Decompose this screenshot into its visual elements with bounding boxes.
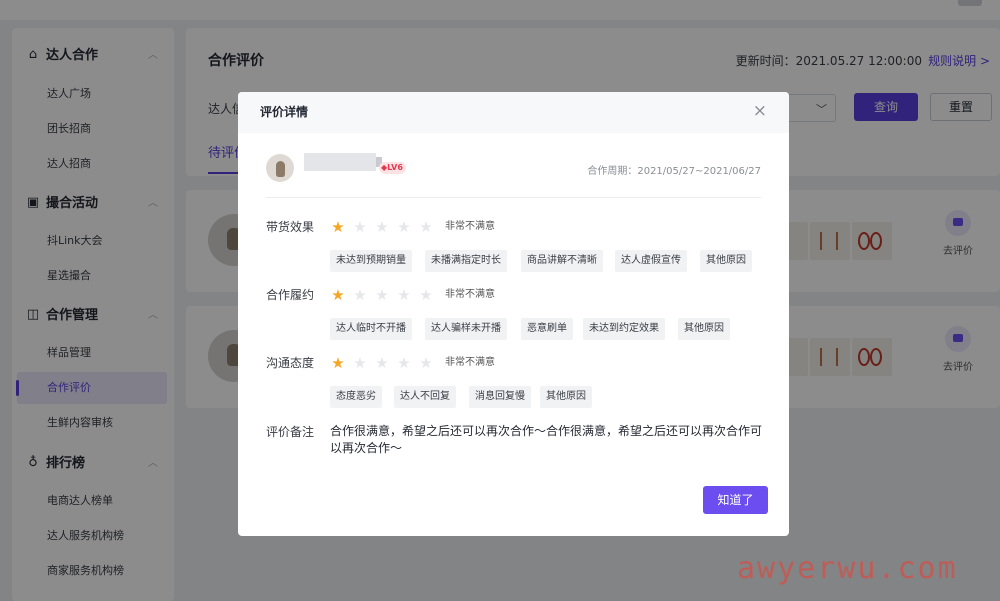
divider [266, 197, 761, 198]
level-badge-text: LV6 [387, 163, 403, 172]
reason-tag: 其他原因 [540, 386, 592, 408]
star-empty-icon: ★ [397, 218, 411, 236]
star-empty-icon: ★ [397, 286, 411, 304]
star-empty-icon: ★ [375, 354, 389, 372]
criterion-label: 沟通态度 [266, 356, 315, 370]
star-empty-icon: ★ [353, 218, 367, 236]
remark-text: 合作很满意，希望之后还可以再次合作～合作很满意，希望之后还可以再次合作可以再次合… [330, 424, 763, 455]
reason-tag: 其他原因 [700, 250, 752, 272]
acknowledge-button[interactable]: 知道了 [703, 486, 768, 514]
reason-tag: 未播满指定时长 [425, 250, 507, 272]
star-empty-icon: ★ [397, 354, 411, 372]
rating-text: 非常不满意 [445, 357, 495, 368]
reason-tag: 其他原因 [678, 318, 730, 340]
reason-tag: 达人不回复 [394, 386, 456, 408]
rating-text: 非常不满意 [445, 289, 495, 300]
star-filled-icon: ★ [331, 286, 345, 304]
reason-tag: 达人骗样未开播 [425, 318, 507, 340]
reason-tag: 态度恶劣 [330, 386, 382, 408]
reason-tag: 未达到预期销量 [330, 250, 412, 272]
star-empty-icon: ★ [419, 354, 433, 372]
star-empty-icon: ★ [353, 354, 367, 372]
star-empty-icon: ★ [419, 218, 433, 236]
star-filled-icon: ★ [331, 354, 345, 372]
star-empty-icon: ★ [419, 286, 433, 304]
reason-tag: 达人临时不开播 [330, 318, 412, 340]
reason-tag: 未达到约定效果 [583, 318, 665, 340]
criterion-label: 合作履约 [266, 288, 315, 302]
reason-tag: 达人虚假宣传 [615, 250, 687, 272]
influencer-avatar [266, 154, 294, 182]
cooperation-period: 合作周期：2021/05/27~2021/06/27 [587, 166, 761, 177]
reason-tag: 恶意刷单 [521, 318, 573, 340]
level-badge: ◆LV6 [379, 162, 406, 174]
criterion-label: 带货效果 [266, 220, 315, 234]
remark-label: 评价备注 [266, 425, 315, 439]
reason-tag: 商品讲解不清晰 [521, 250, 603, 272]
rating-text: 非常不满意 [445, 221, 495, 232]
close-icon[interactable]: × [753, 101, 767, 121]
star-empty-icon: ★ [375, 286, 389, 304]
star-empty-icon: ★ [375, 218, 389, 236]
reason-tag: 消息回复慢 [469, 386, 531, 408]
review-detail-modal: 评价详情 × ◆LV6 合作周期：2021/05/27~2021/06/27 带… [238, 92, 789, 536]
star-empty-icon: ★ [353, 286, 367, 304]
modal-title: 评价详情 [260, 105, 309, 119]
watermark: awyerwu.com [737, 551, 958, 586]
influencer-name-redacted [304, 153, 376, 171]
star-filled-icon: ★ [331, 218, 345, 236]
modal-header: 评价详情 × [238, 92, 789, 133]
